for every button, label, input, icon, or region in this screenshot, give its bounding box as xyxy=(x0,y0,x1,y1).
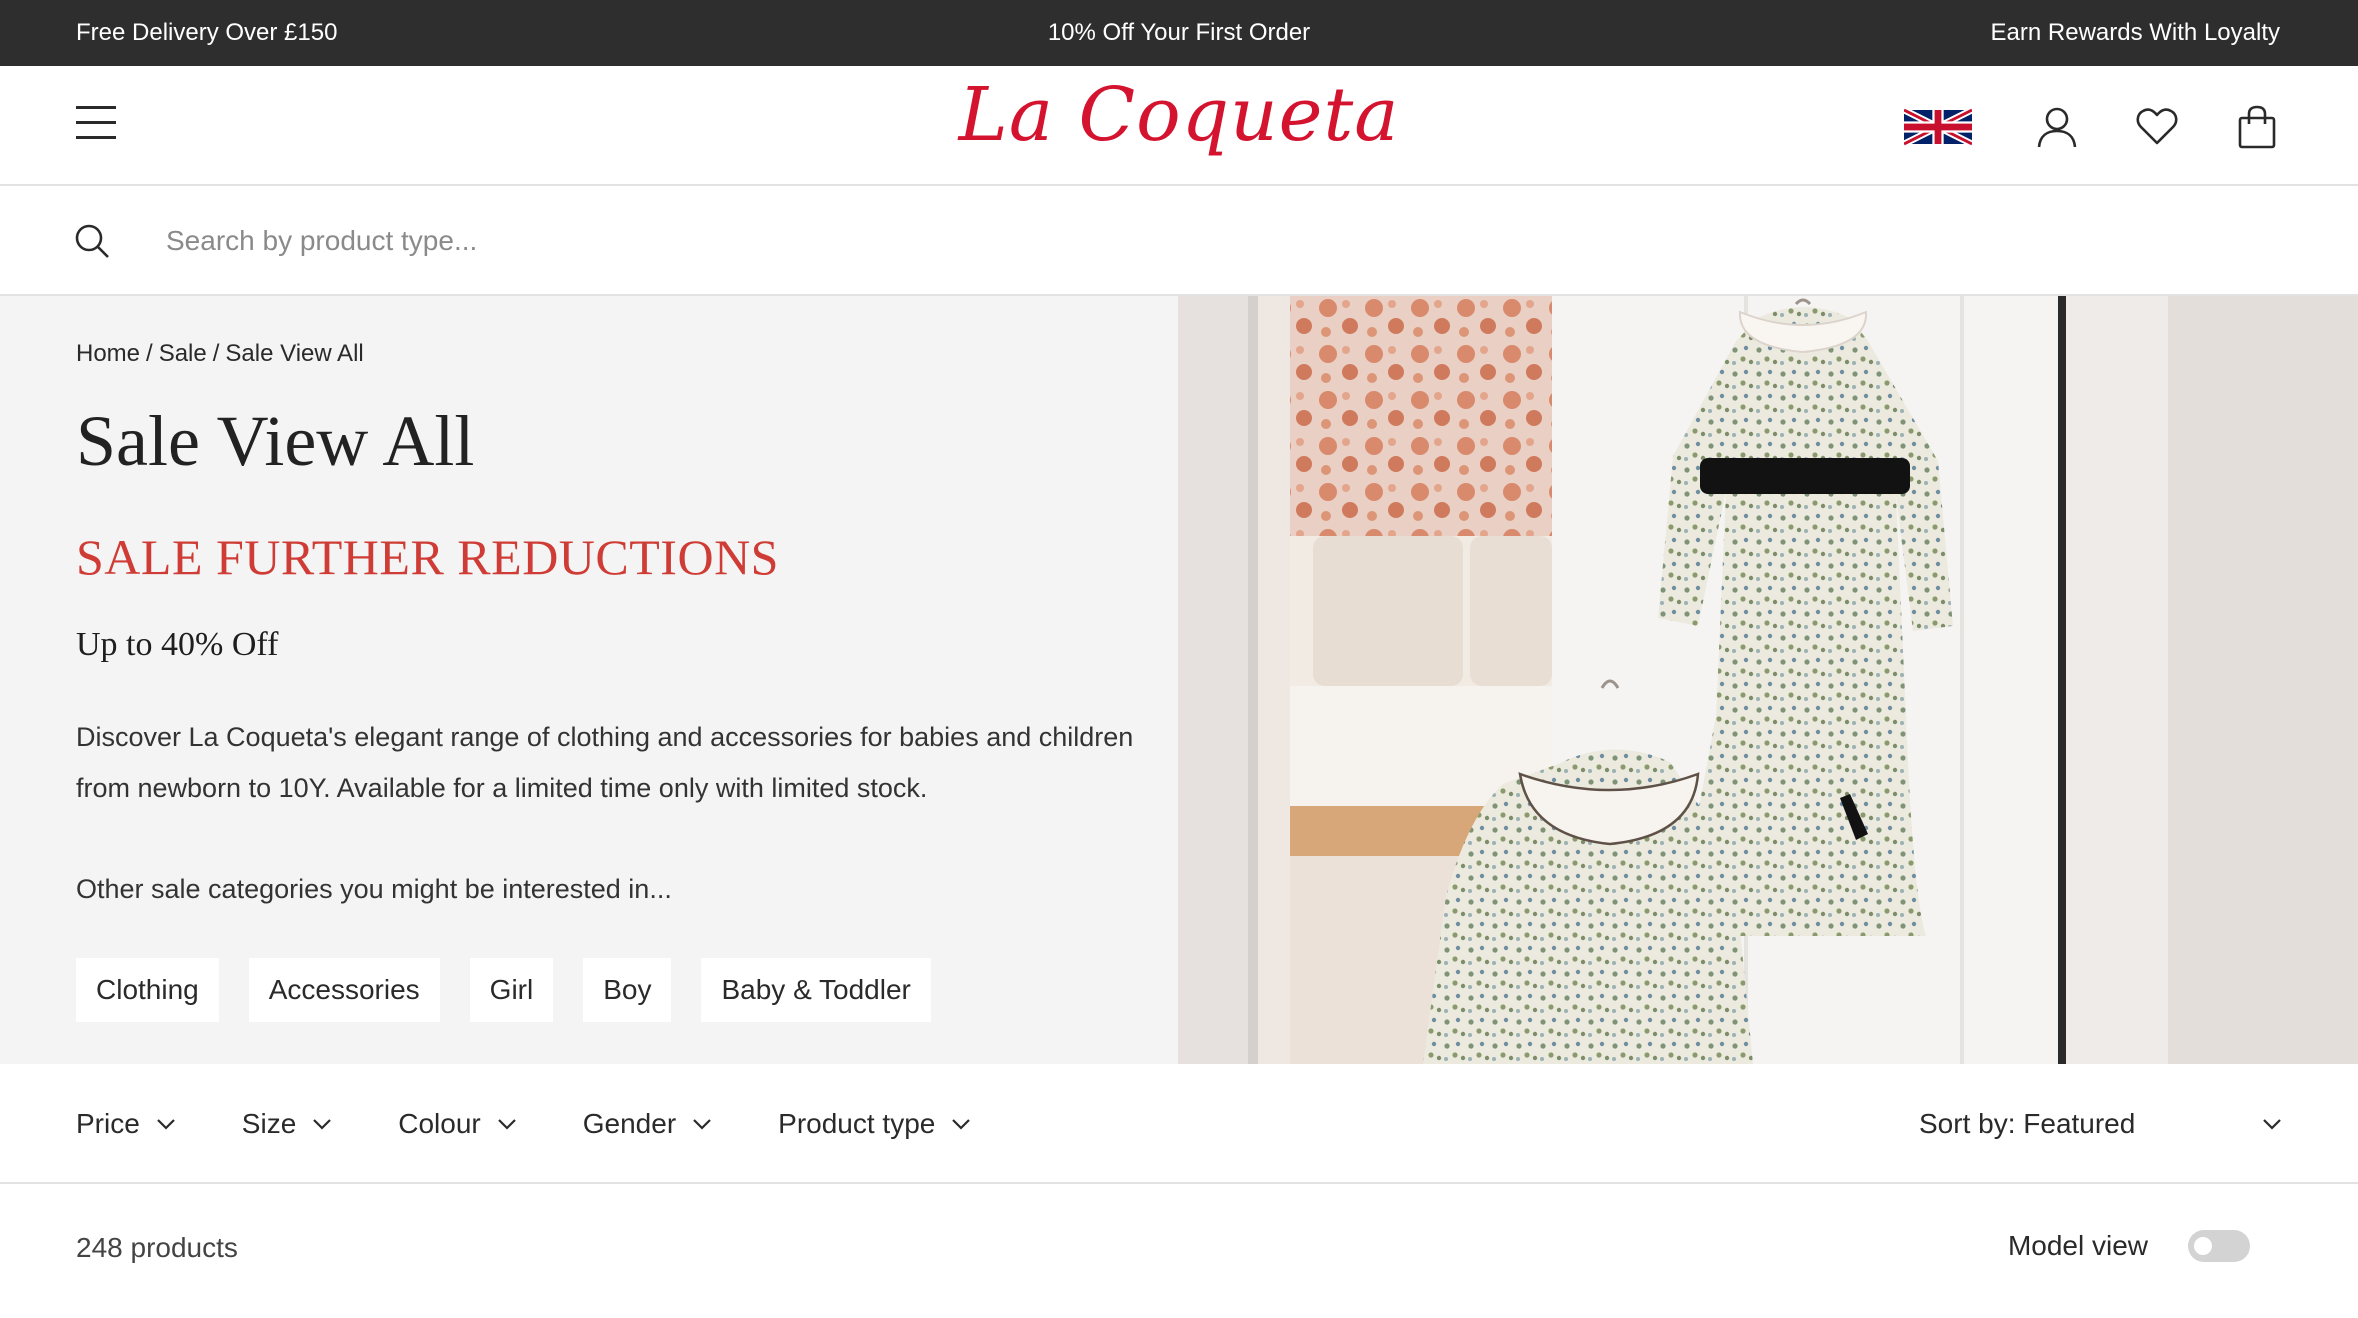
search-bar xyxy=(0,186,2358,296)
uk-flag-icon[interactable] xyxy=(1904,104,1972,150)
chevron-down-icon xyxy=(952,1119,971,1130)
chevron-down-icon xyxy=(157,1119,175,1130)
filter-bar: Price Size Colour Gender Product type So… xyxy=(0,1064,2358,1184)
loyalty-rewards-text[interactable]: Earn Rewards With Loyalty xyxy=(1991,19,2280,47)
category-chip-clothing[interactable]: Clothing xyxy=(76,958,219,1022)
free-delivery-text[interactable]: Free Delivery Over £150 xyxy=(76,19,337,47)
category-chip-baby-toddler[interactable]: Baby & Toddler xyxy=(701,958,931,1022)
category-chip-girl[interactable]: Girl xyxy=(469,958,554,1022)
hero-section: Home / Sale / Sale View All Sale View All SA… xyxy=(0,296,2358,1064)
sort-dropdown[interactable]: Sort by: Featured xyxy=(1919,1064,2282,1184)
other-categories-text: Other sale categories you might be inter… xyxy=(76,874,672,904)
chevron-down-icon xyxy=(313,1119,332,1130)
menu-icon[interactable] xyxy=(76,102,118,144)
search-icon[interactable] xyxy=(74,223,110,259)
page-title: Sale View All xyxy=(76,401,475,481)
breadcrumb-sale[interactable]: Sale xyxy=(159,340,207,367)
model-view-toggle[interactable] xyxy=(2188,1230,2250,1262)
product-count: 248 products xyxy=(76,1232,238,1263)
breadcrumb-separator: / xyxy=(146,340,153,367)
filter-size[interactable]: Size xyxy=(242,1108,332,1140)
filter-gender-label: Gender xyxy=(582,1108,677,1139)
filter-product-type-label: Product type xyxy=(778,1108,936,1139)
sort-label: Sort by: Featured xyxy=(1919,1108,2136,1139)
account-icon[interactable] xyxy=(2032,102,2082,152)
filter-colour-label: Colour xyxy=(398,1108,481,1139)
hero-image xyxy=(1178,296,2358,1064)
bag-icon[interactable] xyxy=(2232,102,2282,152)
breadcrumb-current: Sale View All xyxy=(225,340,364,367)
model-view-control: Model view xyxy=(2008,1230,2250,1262)
category-chips: Clothing Accessories Girl Boy Baby & Tod… xyxy=(76,958,961,1022)
breadcrumb-separator: / xyxy=(212,340,220,367)
chevron-down-icon xyxy=(2263,1119,2281,1130)
chevron-down-icon xyxy=(693,1119,711,1130)
announcement-bar: Free Delivery Over £150 10% Off Your Fir… xyxy=(0,0,2358,66)
products-toolbar: 248 products Model view xyxy=(0,1184,2358,1318)
search-input[interactable] xyxy=(166,214,1366,268)
toggle-knob xyxy=(2194,1237,2212,1255)
site-logo[interactable]: La Coqueta xyxy=(959,72,1400,158)
filter-colour[interactable]: Colour xyxy=(398,1108,516,1140)
hero-content: Home / Sale / Sale View All Sale View All SA… xyxy=(0,296,1178,1064)
model-view-label: Model view xyxy=(2007,1230,2148,1261)
filter-price-label: Price xyxy=(76,1108,140,1139)
heart-icon[interactable] xyxy=(2132,102,2182,152)
category-chip-boy[interactable]: Boy xyxy=(583,958,672,1022)
site-header: La Coqueta xyxy=(0,66,2358,186)
filter-price[interactable]: Price xyxy=(76,1108,176,1140)
breadcrumb-home[interactable]: Home xyxy=(76,340,140,367)
first-order-discount-text[interactable]: 10% Off Your First Order xyxy=(1048,19,1310,47)
chevron-down-icon xyxy=(497,1119,516,1130)
sale-heading: SALE FURTHER REDUCTIONS xyxy=(76,529,779,585)
filter-product-type[interactable]: Product type xyxy=(778,1108,971,1140)
breadcrumb: Home / Sale / Sale View All xyxy=(76,340,364,368)
sale-subheading: Up to 40% Off xyxy=(76,626,279,663)
filter-gender[interactable]: Gender xyxy=(583,1108,712,1140)
category-chip-accessories[interactable]: Accessories xyxy=(248,958,440,1022)
hero-description: Discover La Coqueta's elegant range of c… xyxy=(76,722,1134,803)
filter-size-label: Size xyxy=(241,1108,297,1139)
filter-list: Price Size Colour Gender Product type xyxy=(76,1064,1037,1184)
header-actions xyxy=(1904,102,2282,152)
